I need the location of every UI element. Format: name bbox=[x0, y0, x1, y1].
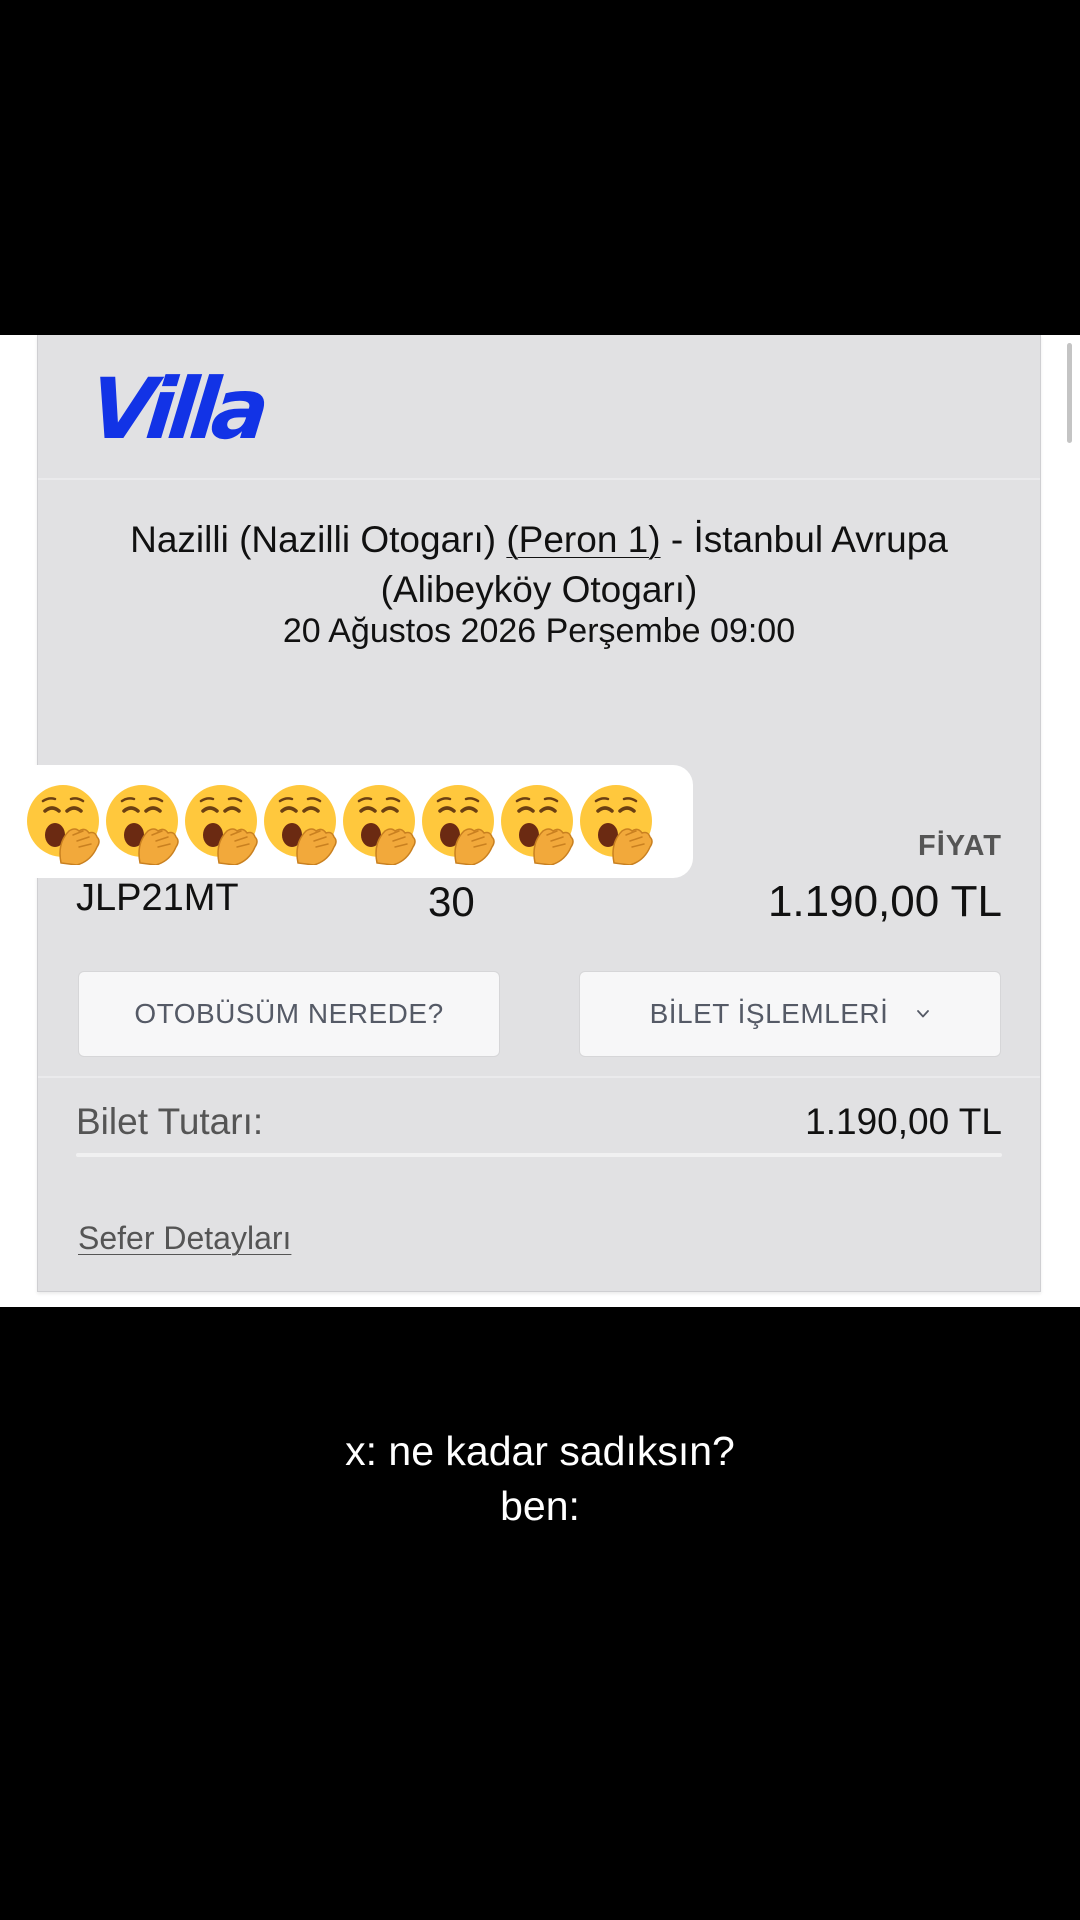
chevron-down-icon bbox=[917, 1010, 930, 1018]
yawning-face-emoji bbox=[341, 777, 417, 865]
yawning-face-emoji bbox=[420, 777, 496, 865]
yawning-face-emoji bbox=[499, 777, 575, 865]
route-to-terminal: (Alibeyköy Otogarı) bbox=[380, 569, 698, 610]
yawning-face-emoji bbox=[183, 777, 259, 865]
yawning-face-emoji bbox=[578, 777, 654, 865]
price-header: FİYAT bbox=[918, 830, 1002, 862]
scrollbar[interactable] bbox=[1067, 343, 1072, 443]
pnr-code: JLP21MT bbox=[76, 877, 239, 919]
where-is-my-bus-button[interactable]: OTOBÜSÜM NEREDE? bbox=[78, 971, 500, 1057]
ticket-price: 1.190,00 TL bbox=[767, 877, 1002, 926]
route-to: İstanbul Avrupa bbox=[693, 519, 948, 560]
divider bbox=[38, 1076, 1040, 1078]
yawning-face-emoji bbox=[25, 777, 101, 865]
yawning-face-emoji bbox=[104, 777, 180, 865]
total-value: 1.190,00 TL bbox=[805, 1101, 1002, 1142]
caption-line-1: x: ne kadar sadıksın? bbox=[345, 1428, 735, 1474]
platform-link[interactable]: (Peron 1) bbox=[506, 519, 660, 560]
route-from: Nazilli (Nazilli Otogarı) bbox=[130, 519, 497, 560]
route-text: Nazilli (Nazilli Otogarı) (Peron 1) - İs… bbox=[38, 515, 1040, 615]
emoji-row bbox=[25, 777, 654, 865]
total-label: Bilet Tutarı: bbox=[76, 1101, 264, 1142]
yawning-face-emoji bbox=[262, 777, 338, 865]
ticket-operations-button[interactable]: BİLET İŞLEMLERİ bbox=[579, 971, 1001, 1057]
departure-datetime: 20 Ağustos 2026 Perşembe 09:00 bbox=[282, 612, 796, 650]
total-underline bbox=[76, 1153, 1002, 1157]
divider bbox=[38, 478, 1040, 480]
emoji-overlay-bubble bbox=[0, 765, 693, 878]
caption: x: ne kadar sadıksın? ben: bbox=[0, 1424, 1080, 1534]
caption-line-2: ben: bbox=[500, 1483, 580, 1529]
ticket-operations-label: BİLET İŞLEMLERİ bbox=[649, 998, 889, 1029]
where-is-my-bus-label: OTOBÜSÜM NEREDE? bbox=[134, 998, 444, 1029]
brand-logo: Villa bbox=[85, 360, 268, 458]
route-separator: - bbox=[660, 519, 694, 560]
trip-details-link[interactable]: Sefer Detayları bbox=[78, 1220, 291, 1257]
ticket-screenshot: Villa Nazilli (Nazilli Otogarı) (Peron 1… bbox=[0, 335, 1080, 1307]
seat-number: 30 bbox=[428, 878, 475, 925]
